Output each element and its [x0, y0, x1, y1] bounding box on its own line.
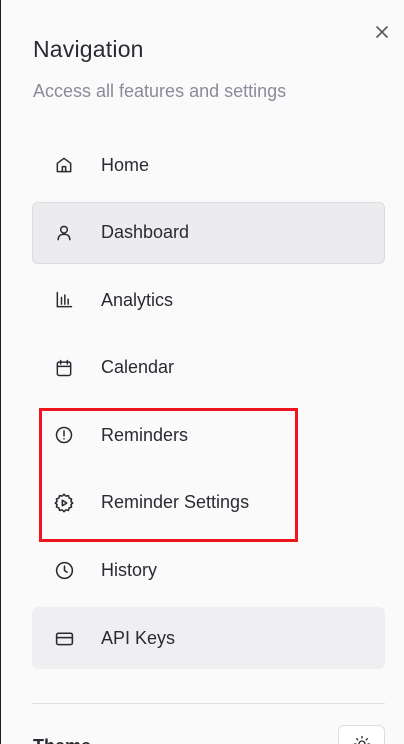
clock-icon — [53, 560, 75, 582]
nav-item-label: Analytics — [101, 289, 174, 310]
nav-item-calendar[interactable]: Calendar — [32, 337, 385, 399]
navigation-drawer: Navigation Access all features and setti… — [0, 0, 404, 744]
nav-item-label: API Keys — [101, 627, 176, 648]
theme-label: Theme — [33, 736, 91, 744]
calendar-icon — [53, 357, 75, 379]
user-icon — [53, 222, 75, 244]
nav-item-history[interactable]: History — [32, 540, 385, 602]
nav-item-analytics[interactable]: Analytics — [32, 269, 385, 331]
divider — [32, 703, 385, 704]
theme-toggle-button[interactable] — [338, 725, 385, 744]
drawer-subtitle: Access all features and settings — [33, 81, 287, 101]
nav-item-api-keys[interactable]: API Keys — [32, 607, 385, 670]
nav-item-label: Reminder Settings — [101, 492, 250, 513]
nav-item-dashboard[interactable]: Dashboard — [32, 201, 385, 264]
alert-circle-icon — [53, 424, 75, 446]
close-icon — [376, 26, 388, 38]
nav-item-label: Home — [101, 154, 150, 175]
nav-list: Home Dashboard Analytics Calendar Remind… — [32, 134, 385, 675]
bar-chart-icon — [53, 289, 75, 311]
sun-icon — [353, 735, 370, 744]
home-icon — [53, 154, 75, 176]
drawer-title: Navigation — [33, 36, 144, 62]
nav-item-label: Reminders — [101, 424, 189, 445]
close-button[interactable] — [372, 22, 392, 42]
nav-item-reminder-settings[interactable]: Reminder Settings — [32, 472, 385, 534]
settings-play-icon — [53, 492, 75, 514]
nav-item-reminders[interactable]: Reminders — [32, 404, 385, 466]
nav-item-label: History — [101, 560, 158, 581]
nav-item-label: Dashboard — [101, 222, 190, 243]
nav-item-label: Calendar — [101, 357, 175, 378]
credit-card-icon — [53, 627, 75, 649]
nav-item-home[interactable]: Home — [32, 134, 385, 196]
